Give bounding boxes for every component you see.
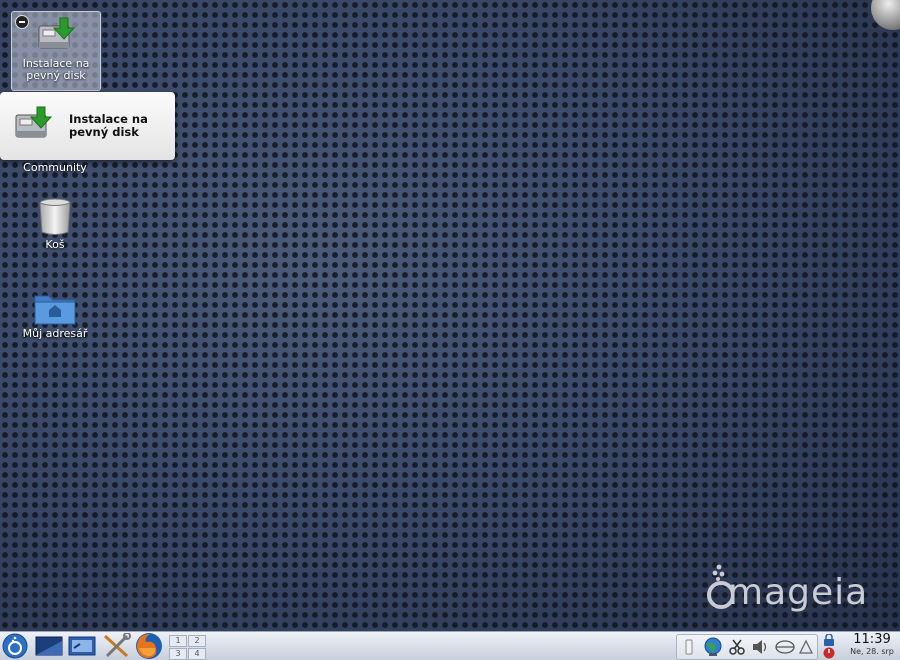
logo-text: mageia [728,572,869,613]
desktop-icon-label: Community [23,161,87,174]
usb-device-icon[interactable] [683,639,695,655]
desktop-icon-label: Instalace na pevný disk [22,57,90,82]
desktop-icon-home-folder[interactable]: Můj adresář [11,290,99,340]
pager-desktop-3[interactable]: 3 [169,648,187,660]
home-folder-icon [34,295,76,325]
desktop-icon-trash[interactable]: Koš [11,197,99,251]
trash-icon [39,198,71,235]
icon-tooltip: Instalace na pevný disk [0,92,175,160]
application-menu-icon[interactable] [2,633,28,659]
desktop-icon-install[interactable]: Instalace na pevný disk [11,11,101,91]
clock-date: Ne, 28. srp [850,647,894,656]
mageia-logo: mageia [704,560,867,614]
terminal-icon[interactable] [68,636,96,656]
firefox-icon[interactable] [134,632,164,660]
desktop-icon-label: Koš [45,238,65,251]
clipboard-scissors-icon[interactable] [729,639,745,655]
desktop[interactable]: Instalace na pevný disk Instalace na pev… [0,0,900,660]
pager-desktop-1[interactable]: 1 [169,635,187,647]
remove-icon[interactable] [15,15,29,29]
notifications-triangle-icon[interactable] [799,639,813,655]
lock-screen-icon[interactable] [822,634,836,646]
system-tray [676,634,818,660]
desktop-icon-label: Můj adresář [22,327,88,340]
network-globe-icon[interactable] [703,637,723,657]
show-desktop-icon[interactable] [35,636,63,656]
system-tools-icon[interactable] [101,633,131,659]
tooltip-text: Instalace na pevný disk [69,112,148,139]
clock-time: 11:39 [853,632,891,647]
logout-power-icon[interactable] [822,647,836,659]
desktop-toolbox-icon[interactable] [871,0,900,30]
virtual-desktop-pager[interactable]: 1 2 3 4 [167,633,207,660]
disk-install-icon [38,17,76,49]
desktop-icon-community[interactable]: Community [11,161,99,174]
disk-install-icon [15,106,53,138]
pager-desktop-4[interactable]: 4 [188,648,206,660]
taskbar: 1 2 3 4 11:39 Ne, 28. srp [0,631,900,660]
clock[interactable]: 11:39 Ne, 28. srp [844,632,900,657]
network-connection-icon[interactable] [775,640,795,654]
pager-desktop-2[interactable]: 2 [188,635,206,647]
volume-icon[interactable] [751,639,769,655]
